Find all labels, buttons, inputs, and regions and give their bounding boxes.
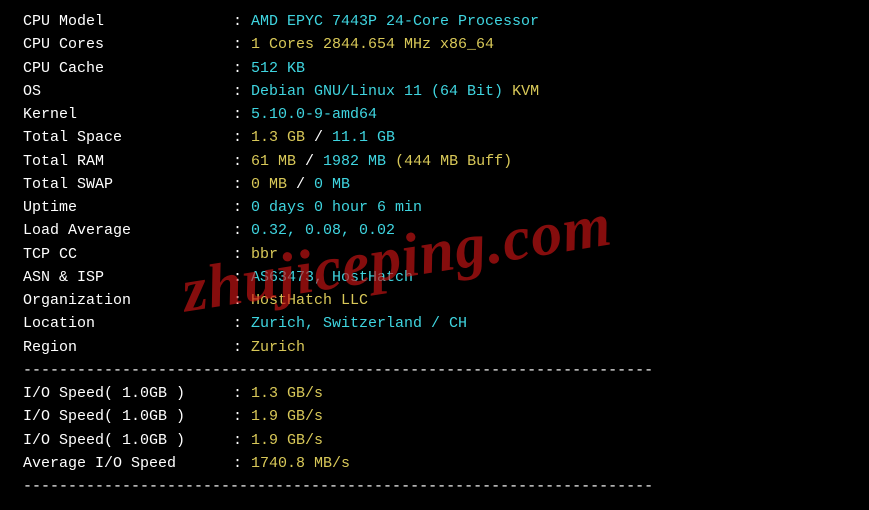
row-value-part: Zurich bbox=[251, 339, 305, 356]
row-separator: : bbox=[224, 129, 251, 146]
info-row: I/O Speed( 1.0GB ) : 1.9 GB/s bbox=[14, 429, 855, 452]
row-separator: : bbox=[224, 315, 251, 332]
row-separator: : bbox=[224, 83, 251, 100]
info-row: CPU Cache : 512 KB bbox=[14, 57, 855, 80]
row-value-part: 1982 MB bbox=[323, 153, 395, 170]
row-label: I/O Speed( 1.0GB ) bbox=[14, 405, 224, 428]
row-label: Location bbox=[14, 312, 224, 335]
row-separator: : bbox=[224, 60, 251, 77]
row-value-part: AS63473, HostHatch bbox=[251, 269, 413, 286]
row-separator: : bbox=[224, 222, 251, 239]
row-separator: : bbox=[224, 339, 251, 356]
info-row: Region : Zurich bbox=[14, 336, 855, 359]
row-separator: : bbox=[224, 176, 251, 193]
row-label: Average I/O Speed bbox=[14, 452, 224, 475]
row-separator: : bbox=[224, 13, 251, 30]
row-separator: : bbox=[224, 36, 251, 53]
row-label: TCP CC bbox=[14, 243, 224, 266]
row-value-part: 0.32, 0.08, 0.02 bbox=[251, 222, 395, 239]
info-row: OS : Debian GNU/Linux 11 (64 Bit) KVM bbox=[14, 80, 855, 103]
row-value-part: Debian GNU/Linux 11 (64 Bit) bbox=[251, 83, 512, 100]
row-separator: : bbox=[224, 106, 251, 123]
divider-line: ----------------------------------------… bbox=[14, 475, 855, 498]
row-value-part: 11.1 GB bbox=[332, 129, 395, 146]
row-separator: : bbox=[224, 153, 251, 170]
row-label: Total SWAP bbox=[14, 173, 224, 196]
info-row: Average I/O Speed : 1740.8 MB/s bbox=[14, 452, 855, 475]
row-separator: : bbox=[224, 385, 251, 402]
row-value-part: 5.10.0-9-amd64 bbox=[251, 106, 377, 123]
row-label: CPU Cache bbox=[14, 57, 224, 80]
info-row: Kernel : 5.10.0-9-amd64 bbox=[14, 103, 855, 126]
row-value-part: 1 Cores 2844.654 MHz x86_64 bbox=[251, 36, 494, 53]
row-value-part: 1740.8 MB/s bbox=[251, 455, 350, 472]
row-value-part: / bbox=[305, 153, 323, 170]
divider-line: ----------------------------------------… bbox=[14, 359, 855, 382]
row-value-part: / bbox=[314, 129, 332, 146]
row-value-part: 512 KB bbox=[251, 60, 305, 77]
info-row: CPU Model : AMD EPYC 7443P 24-Core Proce… bbox=[14, 10, 855, 33]
row-value-part: AMD EPYC 7443P 24-Core Processor bbox=[251, 13, 539, 30]
row-label: Total Space bbox=[14, 126, 224, 149]
row-label: I/O Speed( 1.0GB ) bbox=[14, 429, 224, 452]
info-row: Total RAM : 61 MB / 1982 MB (444 MB Buff… bbox=[14, 150, 855, 173]
row-value-part: 61 MB bbox=[251, 153, 305, 170]
row-value-part: 1.3 GB/s bbox=[251, 385, 323, 402]
info-row: Uptime : 0 days 0 hour 6 min bbox=[14, 196, 855, 219]
info-row: CPU Cores : 1 Cores 2844.654 MHz x86_64 bbox=[14, 33, 855, 56]
row-value-part: (444 MB Buff) bbox=[395, 153, 512, 170]
row-value-part: 0 MB bbox=[251, 176, 296, 193]
row-separator: : bbox=[224, 455, 251, 472]
row-label: Uptime bbox=[14, 196, 224, 219]
row-separator: : bbox=[224, 269, 251, 286]
row-value-part: Zurich, Switzerland / CH bbox=[251, 315, 467, 332]
row-value-part: 0 MB bbox=[314, 176, 350, 193]
row-label: Region bbox=[14, 336, 224, 359]
row-label: OS bbox=[14, 80, 224, 103]
row-label: Kernel bbox=[14, 103, 224, 126]
info-row: TCP CC : bbr bbox=[14, 243, 855, 266]
row-label: ASN & ISP bbox=[14, 266, 224, 289]
row-separator: : bbox=[224, 246, 251, 263]
info-row: I/O Speed( 1.0GB ) : 1.9 GB/s bbox=[14, 405, 855, 428]
terminal-output: CPU Model : AMD EPYC 7443P 24-Core Proce… bbox=[14, 10, 855, 498]
row-value-part: 1.9 GB/s bbox=[251, 432, 323, 449]
row-separator: : bbox=[224, 408, 251, 425]
info-row: Total Space : 1.3 GB / 11.1 GB bbox=[14, 126, 855, 149]
row-value-part: 1.9 GB/s bbox=[251, 408, 323, 425]
info-row: ASN & ISP : AS63473, HostHatch bbox=[14, 266, 855, 289]
row-label: Load Average bbox=[14, 219, 224, 242]
row-separator: : bbox=[224, 292, 251, 309]
row-value-part: 0 days 0 hour 6 min bbox=[251, 199, 422, 216]
info-row: Location : Zurich, Switzerland / CH bbox=[14, 312, 855, 335]
row-value-part: HostHatch LLC bbox=[251, 292, 368, 309]
row-separator: : bbox=[224, 199, 251, 216]
row-label: CPU Cores bbox=[14, 33, 224, 56]
row-value-part: 1.3 GB bbox=[251, 129, 314, 146]
info-row: Total SWAP : 0 MB / 0 MB bbox=[14, 173, 855, 196]
row-label: CPU Model bbox=[14, 10, 224, 33]
row-label: Total RAM bbox=[14, 150, 224, 173]
row-value-part: / bbox=[296, 176, 314, 193]
info-row: Load Average : 0.32, 0.08, 0.02 bbox=[14, 219, 855, 242]
info-row: Organization : HostHatch LLC bbox=[14, 289, 855, 312]
row-value-part: bbr bbox=[251, 246, 278, 263]
row-separator: : bbox=[224, 432, 251, 449]
row-value-part: KVM bbox=[512, 83, 539, 100]
row-label: Organization bbox=[14, 289, 224, 312]
info-row: I/O Speed( 1.0GB ) : 1.3 GB/s bbox=[14, 382, 855, 405]
row-label: I/O Speed( 1.0GB ) bbox=[14, 382, 224, 405]
